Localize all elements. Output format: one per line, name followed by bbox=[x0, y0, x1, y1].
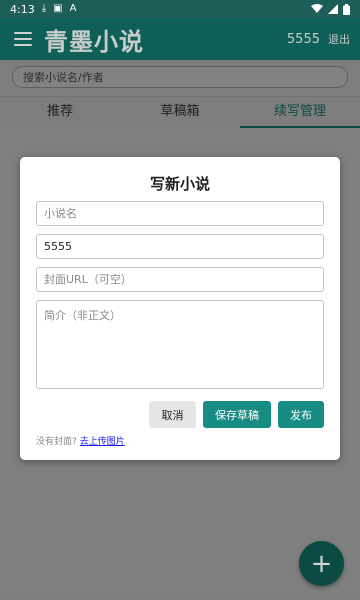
dialog-title: 写新小说 bbox=[149, 175, 210, 193]
publish-button[interactable]: 发布 bbox=[278, 401, 324, 428]
search-area bbox=[0, 60, 360, 94]
tab-recommend[interactable]: 推荐 bbox=[0, 97, 120, 128]
upload-image-link[interactable]: 去上传图片 bbox=[80, 434, 125, 447]
a-icon: A bbox=[69, 3, 77, 14]
cancel-button[interactable]: 取消 bbox=[149, 401, 196, 428]
save-draft-button[interactable]: 保存草稿 bbox=[203, 401, 271, 428]
status-bar: 4:13 ⤓ ▣ A bbox=[0, 0, 360, 18]
plus-icon: + bbox=[310, 548, 333, 579]
app-bar: 青墨小说 5555 退出 bbox=[0, 18, 360, 60]
intro-textarea[interactable] bbox=[36, 300, 324, 389]
logout-button[interactable]: 退出 bbox=[328, 31, 350, 47]
search-input[interactable] bbox=[12, 66, 348, 88]
novel-name-input[interactable] bbox=[36, 201, 324, 226]
download-icon: ⤓ bbox=[41, 3, 47, 14]
navigation-bar bbox=[0, 594, 360, 600]
author-input[interactable] bbox=[36, 234, 324, 259]
cover-hint-text: 没有封面? bbox=[36, 437, 77, 447]
new-novel-dialog: 写新小说 取消 保存草稿 发布 没有封面? 去上传图片 bbox=[20, 157, 340, 460]
cover-url-input[interactable] bbox=[36, 267, 324, 292]
battery-icon bbox=[343, 3, 350, 15]
tab-continuation-management[interactable]: 续写管理 bbox=[240, 97, 360, 128]
status-time: 4:13 bbox=[10, 2, 35, 16]
app-title: 青墨小说 bbox=[44, 27, 144, 56]
signal-icon bbox=[328, 4, 338, 14]
a-icon: ▣ bbox=[53, 3, 63, 14]
wifi-icon bbox=[311, 4, 323, 13]
username: 5555 bbox=[286, 31, 320, 47]
add-fab-button[interactable]: + bbox=[299, 541, 344, 586]
hamburger-menu-icon[interactable] bbox=[14, 32, 32, 46]
cover-hint: 没有封面? 去上传图片 bbox=[36, 434, 125, 447]
tab-drafts[interactable]: 草稿箱 bbox=[120, 97, 240, 128]
tab-bar: 推荐 草稿箱 续写管理 bbox=[0, 96, 360, 128]
